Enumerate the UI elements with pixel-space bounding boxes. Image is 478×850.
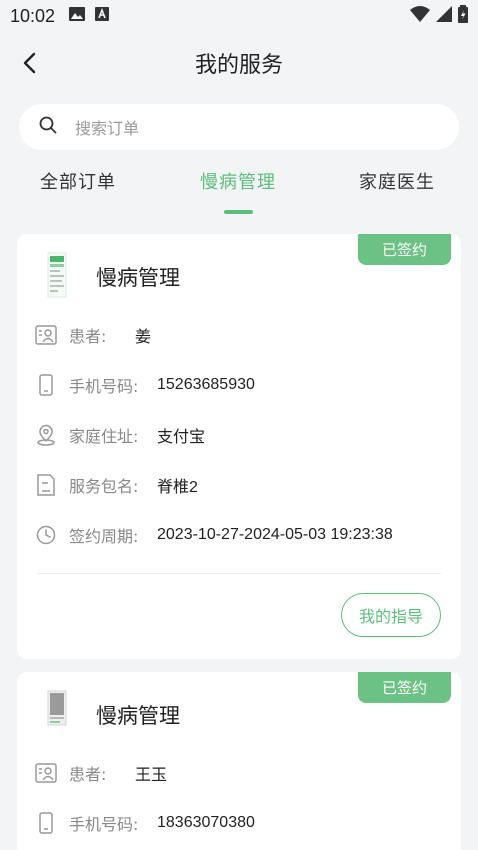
service-thumbnail-icon — [47, 252, 67, 298]
back-button[interactable] — [14, 48, 44, 78]
header: 我的服务 — [0, 40, 478, 86]
address-row: 家庭住址: 支付宝 — [35, 423, 205, 447]
tab-chronic-disease[interactable]: 慢病管理 — [200, 168, 276, 194]
phone-value: 18363070380 — [157, 814, 255, 831]
card-title: 慢病管理 — [96, 266, 180, 290]
package-document-icon — [35, 474, 57, 496]
my-guidance-button[interactable]: 我的指导 — [341, 593, 441, 637]
status-bar: 10:02 — [0, 0, 478, 32]
search-input[interactable]: 搜索订单 — [19, 104, 459, 150]
signal-icon — [436, 5, 452, 27]
status-badge: 已签约 — [358, 672, 451, 703]
battery-icon — [458, 4, 468, 28]
phone-value: 15263685930 — [157, 376, 255, 393]
phone-row: 手机号码: 15263685930 — [35, 373, 255, 397]
status-badge: 已签约 — [358, 234, 451, 265]
order-card[interactable]: 已签约 慢病管理 患者: 姜 手机号码: 15263685930 家庭住址: 支… — [17, 234, 461, 659]
order-card[interactable]: 已签约 慢病管理 患者: 王玉 手机号码: 18363070380 — [17, 672, 461, 850]
card-title: 慢病管理 — [96, 704, 180, 728]
patient-card-icon — [35, 324, 57, 346]
chevron-left-icon — [23, 52, 36, 74]
card-divider — [37, 573, 441, 574]
tab-all-orders[interactable]: 全部订单 — [40, 168, 116, 194]
phone-row: 手机号码: 18363070380 — [35, 811, 255, 835]
package-row: 服务包名: 脊椎2 — [35, 473, 198, 497]
patient-row: 患者: 姜 — [35, 323, 151, 347]
location-pin-icon — [35, 424, 57, 446]
tab-family-doctor[interactable]: 家庭医生 — [359, 168, 435, 194]
service-thumbnail-icon — [47, 690, 67, 736]
period-value: 2023-10-27-2024-05-03 19:23:38 — [157, 526, 393, 543]
patient-label: 患者: — [69, 765, 107, 784]
tab-bar: 全部订单 慢病管理 家庭医生 — [0, 168, 478, 218]
patient-card-icon — [35, 762, 57, 784]
active-tab-indicator — [224, 210, 253, 214]
phone-icon — [35, 374, 57, 396]
patient-value: 王玉 — [135, 767, 168, 784]
clock-icon — [35, 524, 57, 546]
search-placeholder: 搜索订单 — [75, 119, 140, 138]
phone-icon — [35, 812, 57, 834]
a-notification-icon — [95, 6, 110, 26]
wifi-icon — [410, 5, 430, 27]
period-row: 签约周期: 2023-10-27-2024-05-03 19:23:38 — [35, 523, 393, 547]
address-label: 家庭住址: — [69, 427, 139, 446]
patient-label: 患者: — [69, 327, 107, 346]
status-time: 10:02 — [10, 5, 56, 26]
page-title: 我的服务 — [194, 53, 283, 78]
patient-row: 患者: 王玉 — [35, 761, 167, 785]
patient-value: 姜 — [135, 329, 152, 346]
address-value: 支付宝 — [157, 429, 206, 446]
image-notification-icon — [69, 6, 86, 26]
period-label: 签约周期: — [69, 527, 139, 546]
phone-label: 手机号码: — [69, 377, 139, 396]
package-value: 脊椎2 — [157, 479, 198, 496]
search-icon — [39, 116, 57, 138]
package-label: 服务包名: — [69, 477, 139, 496]
phone-label: 手机号码: — [69, 815, 139, 834]
